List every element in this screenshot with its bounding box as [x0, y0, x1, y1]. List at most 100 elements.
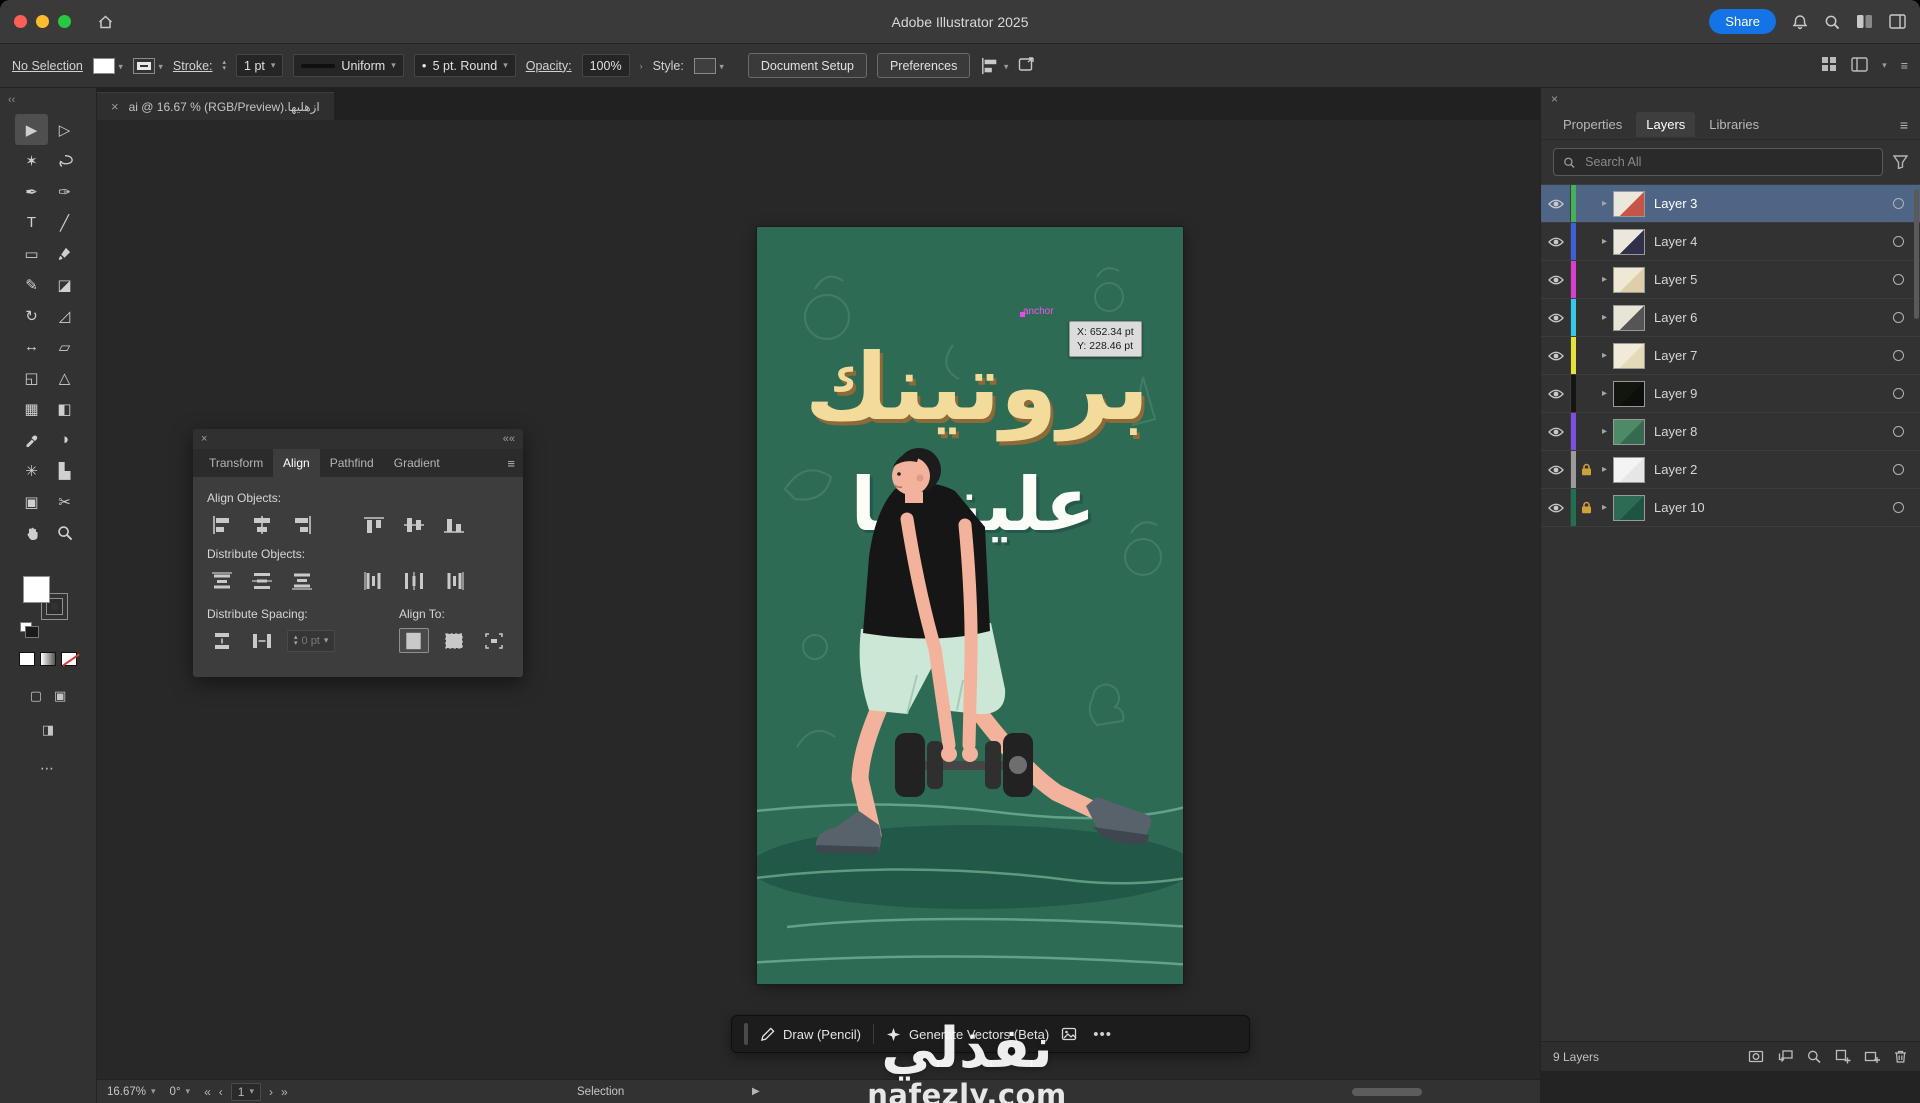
lock-icon[interactable]	[1576, 463, 1596, 476]
contextual-task-bar[interactable]: Draw (Pencil) Generate Vectors (Beta) ••…	[731, 1015, 1250, 1053]
target-circle-icon[interactable]	[1893, 464, 1904, 475]
perspective-grid-tool[interactable]: △	[48, 362, 81, 393]
opacity-label[interactable]: Opacity:	[526, 59, 572, 73]
document-tab[interactable]: × ai @ 16.67 % (RGB/Preview).ازهليها	[97, 92, 334, 120]
mesh-tool[interactable]: ▦	[15, 393, 48, 424]
brush-definition-dropdown[interactable]: ●5 pt. Round▾	[414, 54, 516, 77]
horizontal-distribute-left-button[interactable]	[359, 568, 389, 593]
layers-search-input[interactable]	[1583, 154, 1873, 170]
target-circle-icon[interactable]	[1893, 350, 1904, 361]
curvature-tool[interactable]: ✑	[48, 176, 81, 207]
type-tool[interactable]: T	[15, 207, 48, 238]
line-segment-tool[interactable]: ╱	[48, 207, 81, 238]
scale-tool[interactable]: ◿	[48, 300, 81, 331]
stroke-weight-field[interactable]: 1 pt▾	[236, 54, 283, 77]
new-artboard-icon[interactable]	[1835, 1049, 1851, 1064]
opacity-field[interactable]: 100%	[582, 54, 630, 77]
layer-name[interactable]: Layer 3	[1654, 196, 1893, 211]
width-profile-dropdown[interactable]: Uniform▾	[293, 54, 403, 77]
layer-name[interactable]: Layer 8	[1654, 424, 1893, 439]
vertical-distribute-center-button[interactable]	[247, 568, 277, 593]
default-fill-stroke-icon[interactable]	[20, 622, 32, 632]
draw-behind-icon[interactable]: ▣	[54, 688, 66, 704]
layer-row[interactable]: ▸Layer 3	[1541, 185, 1920, 223]
target-circle-icon[interactable]	[1893, 274, 1904, 285]
align-to-selection-button[interactable]	[399, 628, 429, 653]
delete-layer-icon[interactable]	[1893, 1049, 1908, 1064]
eraser-tool[interactable]: ◪	[48, 269, 81, 300]
layer-row[interactable]: ▸Layer 2	[1541, 451, 1920, 489]
gradient-tool[interactable]: ◧	[48, 393, 81, 424]
pencil-tool[interactable]: ✎	[15, 269, 48, 300]
tab-pathfinder[interactable]: Pathfind	[320, 449, 384, 477]
panel-menu-icon[interactable]: ≡	[1901, 59, 1908, 73]
taskbar-grip-handle[interactable]	[744, 1023, 748, 1045]
stroke-label[interactable]: Stroke:	[173, 59, 213, 73]
expand-chevron-icon[interactable]: ▸	[1596, 312, 1613, 323]
share-document-icon[interactable]	[1018, 56, 1036, 75]
artboard-number-dropdown[interactable]: 1▾	[231, 1083, 261, 1101]
home-icon[interactable]	[97, 14, 114, 30]
visibility-eye-icon[interactable]	[1541, 299, 1571, 336]
close-document-icon[interactable]: ×	[111, 99, 119, 114]
graphic-style-dropdown[interactable]: ▾	[694, 58, 724, 74]
selection-tool[interactable]: ▶	[15, 114, 48, 145]
previous-artboard-icon[interactable]: ‹	[219, 1085, 223, 1099]
magic-wand-tool[interactable]: ✶	[15, 145, 48, 176]
expand-chevron-icon[interactable]: ▸	[1596, 388, 1613, 399]
target-circle-icon[interactable]	[1893, 236, 1904, 247]
document-setup-button[interactable]: Document Setup	[748, 53, 867, 78]
lasso-tool[interactable]	[48, 145, 81, 176]
stroke-color-swatch[interactable]: ▾	[133, 58, 163, 74]
next-artboard-icon[interactable]: ›	[269, 1085, 273, 1099]
rotate-tool[interactable]: ↻	[15, 300, 48, 331]
free-transform-tool[interactable]: ▱	[48, 331, 81, 362]
layer-row[interactable]: ▸ Layer 6	[1541, 299, 1920, 337]
status-tool-label[interactable]: Selection	[577, 1086, 624, 1098]
slice-tool[interactable]: ✂	[48, 486, 81, 517]
share-button[interactable]: Share	[1709, 9, 1776, 34]
layer-name[interactable]: Layer 9	[1654, 386, 1893, 401]
align-options-icon[interactable]: ▾	[980, 57, 1008, 75]
first-artboard-icon[interactable]: «	[204, 1085, 211, 1099]
fill-color-swatch[interactable]: ▾	[93, 58, 123, 74]
make-clipping-mask-icon[interactable]	[1748, 1049, 1764, 1064]
horizontal-distribute-space-button[interactable]	[247, 628, 277, 653]
expand-chevron-icon[interactable]: ▸	[1596, 274, 1613, 285]
zoom-level-dropdown[interactable]: 16.67%▾	[107, 1086, 156, 1098]
minimize-window-button[interactable]	[36, 15, 49, 28]
notifications-bell-icon[interactable]	[1792, 14, 1808, 30]
eyedropper-tool[interactable]	[15, 424, 48, 455]
color-button[interactable]	[19, 652, 35, 666]
search-icon[interactable]	[1824, 14, 1840, 30]
visibility-eye-icon[interactable]	[1541, 185, 1571, 222]
visibility-eye-icon[interactable]	[1541, 337, 1571, 374]
paintbrush-tool[interactable]	[48, 238, 81, 269]
expand-chevron-icon[interactable]: ▸	[1596, 426, 1613, 437]
shape-builder-tool[interactable]: ◱	[15, 362, 48, 393]
layer-row[interactable]: ▸ Layer 5	[1541, 261, 1920, 299]
layers-search-box[interactable]	[1553, 148, 1883, 176]
fill-proxy[interactable]	[23, 576, 50, 603]
generate-vectors-button[interactable]: Generate Vectors (Beta)	[886, 1027, 1049, 1042]
vertical-align-center-button[interactable]	[399, 512, 429, 537]
gradient-button[interactable]	[40, 652, 56, 666]
collapse-panel-icon[interactable]: ««	[503, 433, 515, 445]
close-dock-icon[interactable]: ×	[1551, 92, 1558, 106]
app-grid-icon[interactable]	[1821, 56, 1837, 75]
workspace-chevron-icon[interactable]: ▾	[1882, 60, 1887, 71]
horizontal-align-right-button[interactable]	[287, 512, 317, 537]
locate-object-icon[interactable]	[1806, 1049, 1822, 1064]
align-to-artboard-button[interactable]	[479, 628, 509, 653]
arrange-documents-icon[interactable]	[1856, 14, 1873, 29]
layer-row[interactable]: ▸Layer 10	[1541, 489, 1920, 527]
tab-transform[interactable]: Transform	[199, 449, 273, 477]
layer-name[interactable]: Layer 5	[1654, 272, 1893, 287]
target-circle-icon[interactable]	[1893, 312, 1904, 323]
canvas[interactable]: بروتينك بروتينك علينـــا علينـــا	[97, 120, 1540, 1079]
vertical-distribute-bottom-button[interactable]	[287, 568, 317, 593]
rotation-dropdown[interactable]: 0°▾	[170, 1086, 191, 1098]
edit-toolbar-icon[interactable]: ⋯	[0, 760, 96, 777]
zoom-tool[interactable]	[48, 517, 81, 548]
layer-name[interactable]: Layer 6	[1654, 310, 1893, 325]
